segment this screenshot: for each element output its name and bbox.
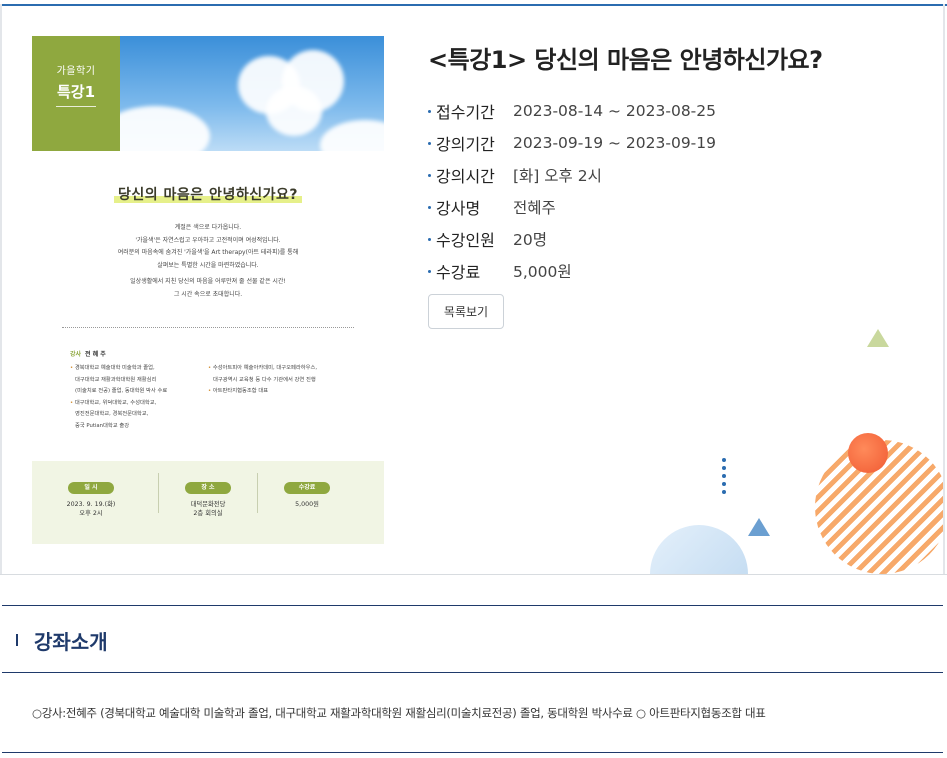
intro-title-bar	[16, 634, 18, 646]
poster-desc-line: 여러분의 마음속에 숨겨진 '가을색'을 Art therapy(아트 테라피)…	[117, 249, 299, 256]
poster-badge-underline	[56, 106, 96, 107]
poster-info-bar: 일 시 2023. 9. 19.(화) 오후 2시 장 소 대덕문화전당 2층 회의…	[32, 461, 384, 544]
dots-decoration	[722, 458, 726, 498]
detail-row-period: 강의기간 2023-09-19 ~ 2023-09-19	[428, 127, 716, 159]
bullet-icon	[428, 205, 431, 209]
bullet-icon	[428, 269, 431, 273]
poster-info-fee: 수강료 5,000원	[248, 474, 366, 509]
lecture-poster: 가을학기 특강1 당신의 마음은 안녕하신가요? 계절은 색으로 다가옵니다. …	[32, 36, 384, 544]
career-line: 경북대학교 예술대학 미술학과 졸업,	[70, 363, 167, 375]
career-line: 대구대학교 재활과학대학원 재활심리	[75, 376, 157, 383]
career-line: 영진전문대학교, 경북전문대학교,	[75, 411, 149, 417]
lecture-detail-list: 접수기간 2023-08-14 ~ 2023-08-25 강의기간 2023-0…	[428, 95, 716, 287]
detail-row-instructor: 강사명 전혜주	[428, 191, 716, 223]
triangle-decoration	[867, 329, 889, 347]
section-divider	[0, 574, 947, 575]
list-view-button[interactable]: 목록보기	[428, 294, 504, 329]
cloud-right	[320, 120, 384, 151]
poster-career-right: 수성아트피아 예술아카데미, 대구오페라하우스,대구광역시 교육청 등 다수 기…	[208, 363, 317, 398]
career-line: 아트판타지협동조합 대표	[208, 386, 317, 398]
poster-sky-image	[120, 36, 384, 151]
poster-badge-title: 특강1	[56, 83, 96, 101]
bullet-icon	[428, 173, 431, 177]
detail-value: 2023-08-14 ~ 2023-08-25	[513, 102, 716, 120]
detail-label: 접수기간	[436, 103, 495, 122]
poster-info-label: 일 시	[68, 482, 114, 494]
detail-label: 강사명	[436, 199, 481, 218]
intro-bottom-border	[2, 752, 943, 753]
career-line: (미술치료 전공) 졸업, 동대학원 박사 수료	[75, 388, 168, 394]
poster-divider	[62, 327, 354, 328]
lecture-title: <특강1> 당신의 마음은 안녕하신가요?	[428, 46, 823, 74]
detail-label: 수강료	[436, 263, 481, 282]
poster-lecturer: 강사 전 혜 주	[70, 349, 106, 358]
detail-value: [화] 오후 2시	[513, 167, 602, 185]
career-line: 대구광역시 교육청 등 다수 기관에서 강연 진행	[213, 376, 316, 383]
poster-desc-line: 그 시간 속으로 초대합니다.	[173, 290, 243, 298]
poster-career-left: 경북대학교 예술대학 미술학과 졸업,대구대학교 재활과학대학원 재활심리 (미술…	[70, 363, 167, 432]
detail-value: 20명	[513, 231, 547, 249]
poster-lecturer-tag: 강사	[70, 351, 82, 358]
career-line: 수성아트피아 예술아카데미, 대구오페라하우스,	[208, 363, 317, 375]
detail-value: 2023-09-19 ~ 2023-09-19	[513, 134, 716, 152]
detail-label: 강의시간	[436, 167, 495, 186]
detail-row-fee: 수강료 5,000원	[428, 255, 716, 287]
poster-badge-season: 가을학기	[56, 66, 96, 77]
poster-desc-line: '가을색'은 자연스럽고 우아하고 고전적이며 여성적입니다.	[135, 236, 281, 244]
intro-header: 강좌소개	[2, 606, 943, 672]
poster-header: 가을학기 특강1	[32, 36, 384, 151]
triangle-decoration	[748, 518, 770, 536]
intro-title: 강좌소개	[34, 630, 108, 654]
poster-info-value: 5,000원	[295, 501, 319, 508]
poster-info-label: 수강료	[284, 482, 330, 494]
poster-desc-line: 일상생활에서 지친 당신의 마음을 어루만져 줄 선물 같은 시간!	[130, 278, 286, 285]
panel-left-border	[0, 4, 2, 574]
poster-badge: 가을학기 특강1	[32, 36, 120, 151]
bullet-icon	[428, 141, 431, 145]
intro-text: ○강사:전혜주 (경북대학교 예술대학 미술학과 졸업, 대구대학교 재활과학대…	[32, 706, 766, 720]
panel-right-border	[943, 4, 945, 574]
detail-label: 강의기간	[436, 135, 495, 154]
poster-lecturer-name: 전 혜 주	[85, 351, 106, 358]
career-line: 대구대학교, 위덕대학교, 수성대학교,	[70, 398, 167, 410]
poster-desc-line: 계절은 색으로 다가옵니다.	[174, 224, 242, 231]
intro-header-border	[2, 672, 943, 673]
cloud-left	[120, 106, 210, 151]
bullet-icon	[428, 109, 431, 113]
detail-row-time: 강의시간 [화] 오후 2시	[428, 159, 716, 191]
poster-desc-line: 살펴보는 특별한 시간을 마련하였습니다.	[157, 261, 259, 269]
bullet-icon	[428, 237, 431, 241]
half-circle-decoration	[650, 525, 748, 574]
poster-description: 계절은 색으로 다가옵니다. '가을색'은 자연스럽고 우아하고 고전적이며 여…	[62, 222, 354, 301]
poster-info-label: 장 소	[185, 482, 231, 494]
detail-value: 전혜주	[513, 199, 556, 217]
poster-info-value: 2023. 9. 19.(화) 오후 2시	[66, 501, 116, 517]
detail-value: 5,000원	[513, 263, 572, 281]
detail-label: 수강인원	[436, 231, 495, 250]
detail-row-capacity: 수강인원 20명	[428, 223, 716, 255]
poster-title: 당신의 마음은 안녕하신가요?	[32, 184, 384, 204]
orange-circle-decoration	[848, 433, 888, 473]
detail-row-registration: 접수기간 2023-08-14 ~ 2023-08-25	[428, 95, 716, 127]
top-border	[0, 4, 947, 6]
poster-info-date: 일 시 2023. 9. 19.(화) 오후 2시	[32, 474, 150, 518]
career-line: 중국 Putian대학교 출강	[75, 422, 130, 429]
heart-cloud-bottom	[266, 86, 322, 136]
